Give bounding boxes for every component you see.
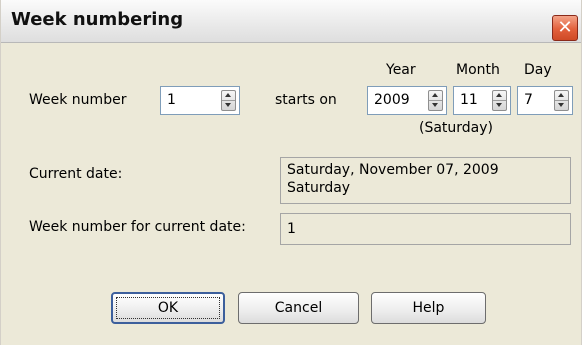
close-button[interactable]: ✕ (552, 15, 578, 41)
current-date-line1: Saturday, November 07, 2009 (287, 162, 499, 178)
day-spinner[interactable]: 7 (517, 86, 573, 115)
ok-button-label: OK (157, 300, 179, 316)
week-numbering-dialog: Week numbering ✕ Week number 1 starts on… (0, 0, 582, 345)
month-spin-buttons[interactable] (492, 90, 507, 111)
day-spin-buttons[interactable] (554, 90, 569, 111)
close-icon: ✕ (557, 17, 573, 38)
cancel-button[interactable]: Cancel (238, 292, 359, 324)
current-date-display: Saturday, November 07, 2009 Saturday (280, 157, 571, 204)
week-number-value: 1 (167, 92, 176, 108)
year-value: 2009 (374, 92, 410, 108)
spin-down-icon[interactable] (555, 101, 568, 110)
spin-up-icon[interactable] (429, 91, 442, 101)
week-number-spin-buttons[interactable] (221, 90, 236, 111)
help-button-label: Help (412, 300, 445, 316)
day-header: Day (524, 62, 552, 78)
spin-down-icon[interactable] (222, 101, 235, 110)
week-number-label: Week number (29, 92, 127, 108)
starts-on-label: starts on (275, 92, 337, 108)
day-value: 7 (524, 92, 533, 108)
current-week-display: 1 (280, 213, 571, 245)
month-spinner[interactable]: 11 (453, 86, 511, 115)
spin-down-icon[interactable] (493, 101, 506, 110)
current-date-label: Current date: (29, 166, 123, 182)
spin-up-icon[interactable] (555, 91, 568, 101)
help-button[interactable]: Help (371, 292, 486, 324)
year-spin-buttons[interactable] (428, 90, 443, 111)
month-header: Month (456, 62, 500, 78)
spin-up-icon[interactable] (493, 91, 506, 101)
ok-button[interactable]: OK (111, 292, 225, 324)
start-weekday-label: (Saturday) (419, 120, 494, 136)
current-week-label: Week number for current date: (29, 219, 246, 235)
title-bar: Week numbering ✕ (1, 0, 581, 43)
cancel-button-label: Cancel (274, 300, 323, 316)
spin-up-icon[interactable] (222, 91, 235, 101)
spin-down-icon[interactable] (429, 101, 442, 110)
current-week-value: 1 (287, 221, 296, 237)
current-date-line2: Saturday (287, 180, 351, 196)
week-number-spinner[interactable]: 1 (160, 86, 240, 115)
year-spinner[interactable]: 2009 (367, 86, 447, 115)
year-header: Year (386, 62, 416, 78)
window-title: Week numbering (11, 9, 184, 30)
month-value: 11 (460, 92, 478, 108)
